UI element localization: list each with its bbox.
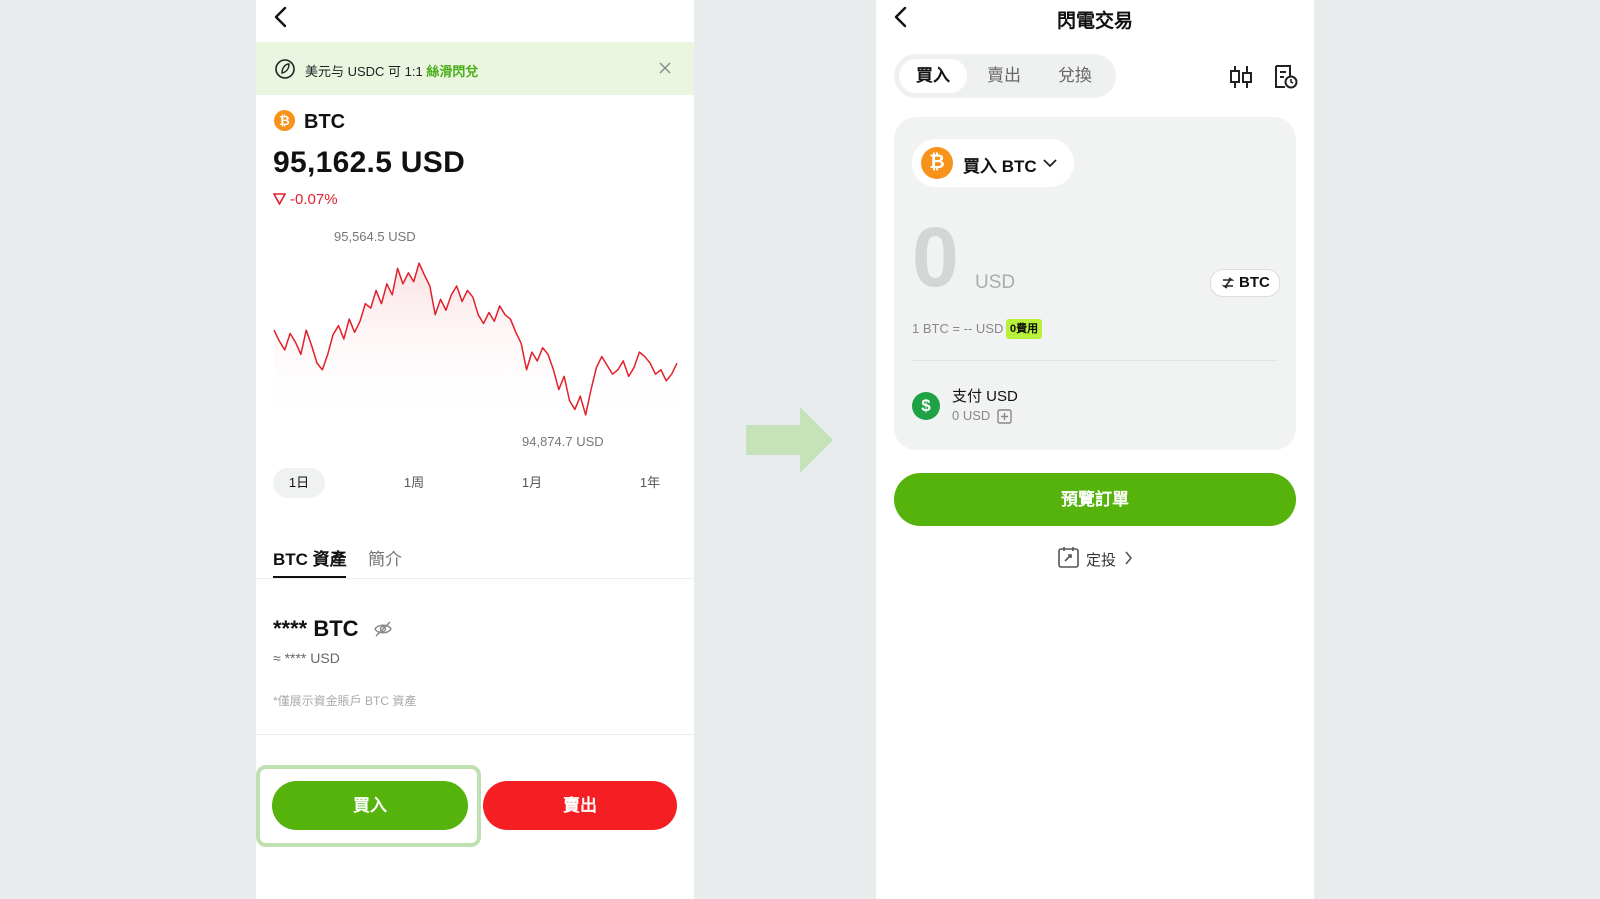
tab-convert[interactable]: 兌換 [1041, 59, 1109, 93]
preview-order-button[interactable]: 預覽訂單 [894, 473, 1296, 526]
coin-detail-screen: 美元与 USDC 可 1:1 絲滑閃兌 ₿ BTC 95,162.5 USD -… [256, 0, 694, 899]
holdings-usd: ≈ **** USD [273, 650, 340, 666]
chart-area-fill [274, 263, 677, 425]
chevron-right-icon [1125, 551, 1133, 565]
banner-text: 美元与 USDC 可 1:1 絲滑閃兌 [305, 61, 478, 80]
trade-card: ₿ 買入 BTC 0 USD BTC 1 BTC = -- USD 0費用 $ … [894, 117, 1296, 450]
tab-btc-assets[interactable]: BTC 資產 [273, 545, 347, 570]
amount-unit: USD [975, 272, 1016, 293]
chevron-down-icon [1043, 159, 1057, 168]
usd-dollar-icon: $ [912, 392, 940, 420]
usdc-promo-banner[interactable]: 美元与 USDC 可 1:1 絲滑閃兌 [256, 42, 694, 95]
calendar-icon [1058, 547, 1079, 568]
tab-sell[interactable]: 賣出 [970, 59, 1038, 93]
tab-buy[interactable]: 買入 [899, 59, 967, 93]
flash-trade-screen: 閃電交易 買入 賣出 兌換 ₿ 買入 BTC 0 USD BTC 1 BTC =… [876, 0, 1314, 899]
eye-hidden-icon[interactable] [374, 621, 392, 637]
order-history-icon[interactable] [1273, 64, 1299, 90]
btc-coin-icon: ₿ [921, 147, 953, 179]
holdings-amount: **** BTC [273, 616, 359, 641]
candlestick-chart-icon[interactable] [1229, 64, 1253, 90]
coin-name: BTC [304, 111, 346, 133]
chart-high-label: 95,564.5 USD [334, 229, 416, 244]
add-funds-icon[interactable] [997, 409, 1012, 424]
coin-price: 95,162.5 USD [273, 146, 466, 179]
divider [256, 734, 694, 735]
range-tab-1y[interactable]: 1年 [628, 468, 672, 498]
price-chart[interactable] [273, 255, 678, 425]
back-arrow-icon[interactable] [270, 5, 294, 29]
sell-button[interactable]: 賣出 [483, 781, 677, 830]
price-change: -0.07% [290, 191, 338, 208]
zero-fee-badge: 0費用 [1006, 319, 1043, 339]
banner-link[interactable]: 絲滑閃兌 [426, 64, 478, 79]
page-title: 閃電交易 [1056, 11, 1133, 32]
close-icon[interactable] [659, 62, 671, 74]
divider [912, 360, 1278, 361]
switch-unit-button[interactable]: BTC [1210, 269, 1280, 297]
range-tab-1d[interactable]: 1日 [273, 468, 325, 498]
swap-arrows-icon [1222, 277, 1234, 289]
asset-selector-label: 買入 BTC [963, 157, 1037, 176]
flow-arrow-icon [746, 407, 833, 473]
down-triangle-icon [273, 193, 286, 205]
asset-selector[interactable]: ₿ 買入 BTC [912, 139, 1074, 187]
trade-type-segment: 買入 賣出 兌換 [894, 54, 1116, 98]
range-tab-1w[interactable]: 1周 [392, 468, 436, 498]
recurring-label: 定投 [1086, 552, 1117, 569]
amount-input[interactable]: 0 [912, 212, 959, 302]
holdings-note: *僅展示資金賬戶 BTC 資產 [273, 694, 417, 708]
chart-low-label: 94,874.7 USD [522, 434, 604, 449]
switch-unit-label: BTC [1239, 274, 1270, 291]
pay-balance: 0 USD [952, 408, 991, 423]
buy-button[interactable]: 買入 [272, 781, 468, 830]
btc-coin-icon: ₿ [274, 110, 295, 131]
banner-message: 美元与 USDC 可 1:1 [305, 64, 427, 79]
pay-currency-label[interactable]: 支付 USD [952, 385, 1018, 406]
tab-intro[interactable]: 簡介 [368, 545, 402, 570]
swap-leaf-icon [275, 59, 295, 79]
range-tab-1m[interactable]: 1月 [510, 468, 554, 498]
divider [256, 578, 694, 579]
exchange-rate: 1 BTC = -- USD [912, 321, 1004, 336]
